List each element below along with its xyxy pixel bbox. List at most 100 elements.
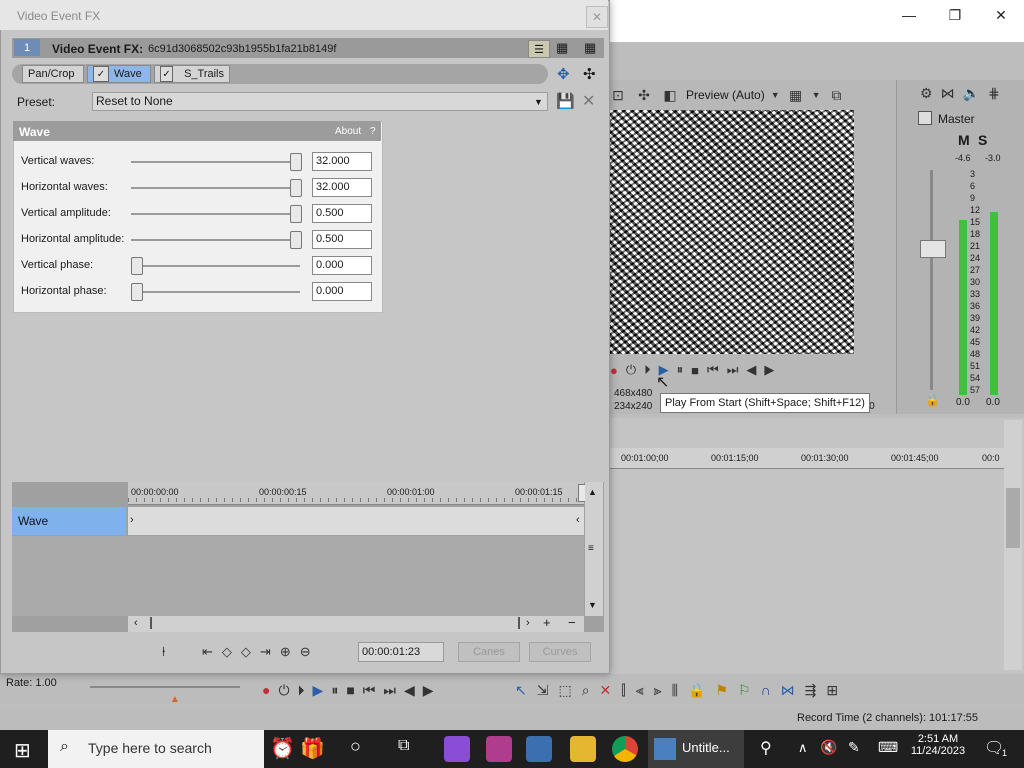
- edit-tool-icon[interactable]: ↖: [515, 682, 527, 699]
- record-icon[interactable]: ●: [262, 682, 270, 698]
- param-slider-thumb[interactable]: [290, 231, 302, 249]
- maximize-button[interactable]: ❐: [932, 0, 978, 30]
- envelope-tool-icon[interactable]: ⇲: [537, 682, 549, 699]
- prev-frame-icon[interactable]: ◀: [746, 362, 756, 378]
- fx-titlebar[interactable]: Video Event FX: [0, 0, 608, 30]
- close-window-button[interactable]: ✕: [978, 0, 1024, 30]
- param-slider-thumb[interactable]: [290, 179, 302, 197]
- gift-icon[interactable]: 🎁: [300, 736, 325, 761]
- go-to-end-icon[interactable]: ⏭: [727, 362, 739, 378]
- split-icon[interactable]: ⫼: [672, 682, 678, 699]
- ripple-icon[interactable]: ⇶: [805, 682, 817, 699]
- file-explorer-icon[interactable]: [570, 736, 596, 762]
- plugin-pan-crop[interactable]: Pan/Crop: [22, 65, 84, 83]
- remove-plugin-icon[interactable]: ✣: [583, 65, 596, 83]
- people-icon[interactable]: ⚲: [760, 738, 772, 758]
- param-value-field[interactable]: 0.500: [312, 204, 372, 223]
- zoom-out-icon[interactable]: −: [568, 615, 576, 630]
- stop-icon[interactable]: ■: [346, 682, 354, 698]
- param-slider-track[interactable]: [131, 265, 300, 267]
- mute-button[interactable]: M: [958, 132, 970, 148]
- next-frame-icon[interactable]: ▶: [423, 682, 434, 699]
- plugin-s-trails[interactable]: ✓ S_Trails: [154, 65, 230, 83]
- windows-start-icon[interactable]: ⊞: [14, 738, 31, 763]
- region-icon[interactable]: ⚐: [738, 682, 751, 699]
- active-app-vegas[interactable]: Untitle...: [648, 730, 744, 768]
- delete-keyframe-icon[interactable]: ⊖: [300, 642, 311, 662]
- pause-icon[interactable]: ⏸: [677, 362, 684, 378]
- view-list-icon[interactable]: ☰: [528, 40, 550, 58]
- keyboard-icon[interactable]: ⌨: [878, 739, 898, 756]
- chevron-down-icon[interactable]: ▼: [812, 90, 821, 100]
- scroll-left-icon[interactable]: ‹: [134, 617, 138, 629]
- volume-muted-icon[interactable]: 🔇: [820, 739, 837, 756]
- minimize-button[interactable]: —: [886, 0, 932, 30]
- param-slider-thumb[interactable]: [290, 205, 302, 223]
- chrome-icon[interactable]: [612, 736, 638, 762]
- next-keyframe-icon[interactable]: ◇: [241, 642, 251, 662]
- record-icon[interactable]: ●: [610, 363, 618, 378]
- keyframe-end-icon[interactable]: ‹: [576, 514, 580, 526]
- param-value-field[interactable]: 0.000: [312, 282, 372, 301]
- lock-icon[interactable]: 🔒: [688, 682, 705, 699]
- grid-icon[interactable]: ▦: [786, 85, 806, 105]
- delete-preset-icon[interactable]: ✕: [582, 91, 595, 111]
- kf-hscroll-thumb[interactable]: [150, 617, 520, 629]
- prev-frame-icon[interactable]: ◀: [404, 682, 415, 699]
- loop-icon[interactable]: ⏻: [626, 362, 636, 378]
- go-to-start-icon[interactable]: ⏮: [363, 682, 376, 699]
- prev-keyframe-icon[interactable]: ◇: [222, 642, 232, 662]
- alarm-clock-icon[interactable]: ⏰: [270, 736, 295, 761]
- taskbar-search[interactable]: ⌕ Type here to search: [48, 730, 264, 768]
- param-slider-track[interactable]: [131, 213, 300, 215]
- 3d-app-icon[interactable]: [526, 736, 552, 762]
- task-view-icon[interactable]: ⧉: [398, 737, 409, 755]
- param-slider-track[interactable]: [131, 291, 300, 293]
- zoom-tool-icon[interactable]: ⌕: [582, 682, 590, 699]
- add-keyframe-icon[interactable]: ⊕: [280, 642, 291, 662]
- fx-close-button[interactable]: ✕: [586, 6, 608, 28]
- param-value-field[interactable]: 0.500: [312, 230, 372, 249]
- preset-dropdown[interactable]: Reset to None: [92, 92, 548, 111]
- plugin-chain-icon[interactable]: ✥: [557, 65, 570, 83]
- lock-envelopes-icon[interactable]: ⊞: [826, 682, 838, 699]
- kf-track-label[interactable]: Wave: [12, 507, 126, 535]
- keyframe-time-field[interactable]: 00:00:01:23: [358, 642, 444, 662]
- go-to-end-icon[interactable]: ⏭: [383, 682, 396, 699]
- go-to-start-icon[interactable]: ⏮: [707, 362, 719, 378]
- app-icon-1[interactable]: [444, 736, 470, 762]
- play-from-start-icon[interactable]: ⏵: [644, 362, 651, 378]
- preview-quality-dropdown[interactable]: Preview (Auto): [686, 88, 765, 102]
- split-view-icon[interactable]: ✣: [634, 85, 654, 105]
- last-keyframe-icon[interactable]: ⇥: [260, 642, 271, 662]
- timeline-vscroll-thumb[interactable]: [1006, 488, 1020, 548]
- about-link[interactable]: About: [335, 126, 361, 137]
- marker-icon[interactable]: ⚑: [715, 682, 728, 699]
- view-grid-icon[interactable]: ▦: [584, 40, 596, 56]
- trim-start-icon[interactable]: ⫷: [636, 682, 644, 699]
- check-icon[interactable]: ✓: [93, 66, 109, 82]
- canes-button[interactable]: Canes: [458, 642, 520, 662]
- taskbar-clock[interactable]: 2:51 AM 11/24/2023: [906, 733, 970, 757]
- downmix-icon[interactable]: ⋈: [941, 84, 955, 102]
- check-icon[interactable]: ✓: [160, 66, 174, 82]
- trim-icon[interactable]: ⫿: [621, 682, 625, 699]
- cortana-icon[interactable]: ○: [350, 736, 361, 757]
- trim-end-icon[interactable]: ⫸: [654, 682, 662, 699]
- snap-icon[interactable]: ∩: [761, 682, 771, 698]
- chevron-down-icon[interactable]: ▼: [534, 97, 543, 107]
- preview-settings-icon[interactable]: ⊡: [608, 85, 628, 105]
- plugin-wave[interactable]: ✓ Wave: [87, 65, 151, 83]
- volume-fader[interactable]: [920, 240, 946, 258]
- param-slider-track[interactable]: [131, 161, 300, 163]
- next-frame-icon[interactable]: ▶: [764, 362, 774, 378]
- view-compact-icon[interactable]: ▦: [556, 40, 568, 56]
- curves-button[interactable]: Curves: [529, 642, 591, 662]
- delete-icon[interactable]: ✕: [600, 682, 612, 699]
- copy-snapshot-icon[interactable]: ⧉: [827, 85, 847, 105]
- chevron-down-icon[interactable]: ▼: [771, 90, 780, 100]
- sync-cursor-icon[interactable]: ⍿: [162, 644, 165, 660]
- param-value-field[interactable]: 32.000: [312, 178, 372, 197]
- save-preset-icon[interactable]: 💾: [556, 92, 575, 110]
- auto-crossfade-icon[interactable]: ⋈: [781, 682, 795, 699]
